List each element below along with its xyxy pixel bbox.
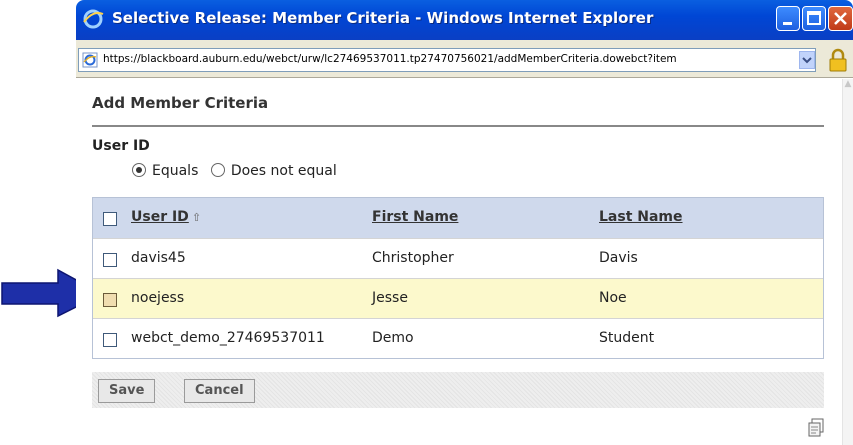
minimize-icon <box>783 22 792 25</box>
table-row: davis45 Christopher Davis <box>93 238 823 278</box>
user-id-cell: webct_demo_27469537011 <box>131 330 325 346</box>
ie-page-icon <box>82 52 98 68</box>
user-id-cell: noejess <box>131 290 185 306</box>
close-icon <box>834 12 847 25</box>
save-button[interactable]: Save <box>98 379 156 403</box>
maximize-icon <box>807 11 821 25</box>
column-header-user-id[interactable]: User ID ⇧ <box>131 209 201 225</box>
window-title: Selective Release: Member Criteria - Win… <box>112 9 654 27</box>
page-content: Add Member Criteria User ID Equals Does … <box>76 79 846 445</box>
address-bar: https://blackboard.auburn.edu/webct/urw/… <box>76 40 853 78</box>
minimize-button[interactable] <box>776 6 800 31</box>
maximize-button[interactable] <box>802 6 826 31</box>
browser-window: Selective Release: Member Criteria - Win… <box>76 0 853 445</box>
url-field[interactable]: https://blackboard.auburn.edu/webct/urw/… <box>78 48 816 72</box>
cancel-button[interactable]: Cancel <box>184 379 255 403</box>
equals-radio[interactable] <box>132 163 146 177</box>
equals-radio-label[interactable]: Equals <box>152 163 198 179</box>
row-checkbox[interactable] <box>103 333 117 351</box>
url-text: https://blackboard.auburn.edu/webct/urw/… <box>103 53 677 65</box>
column-header-last-name[interactable]: Last Name <box>599 209 683 225</box>
copy-page-icon[interactable] <box>807 418 825 438</box>
url-dropdown[interactable] <box>799 51 815 69</box>
first-name-cell: Demo <box>372 330 414 346</box>
ie-logo-icon <box>83 9 104 29</box>
does-not-equal-radio[interactable] <box>210 163 225 177</box>
select-all-checkbox[interactable] <box>103 212 117 230</box>
heading-divider <box>92 125 824 127</box>
user-id-cell: davis45 <box>131 250 186 266</box>
lock-icon[interactable] <box>828 48 848 72</box>
row-checkbox[interactable] <box>103 293 117 311</box>
close-button[interactable] <box>828 6 853 31</box>
table-header-row: User ID ⇧ First Name Last Name <box>93 198 823 238</box>
table-row: webct_demo_27469537011 Demo Student <box>93 318 823 358</box>
last-name-cell: Noe <box>599 290 627 306</box>
row-checkbox[interactable] <box>103 253 117 271</box>
does-not-equal-radio-label[interactable]: Does not equal <box>231 163 337 179</box>
member-table: User ID ⇧ First Name Last Name davis45 Ch… <box>92 197 824 359</box>
chevron-down-icon <box>802 57 812 64</box>
vertical-scrollbar[interactable]: ▲ <box>842 79 853 445</box>
action-button-bar: Save Cancel <box>92 372 824 408</box>
first-name-cell: Jesse <box>372 290 408 306</box>
last-name-cell: Student <box>599 330 655 346</box>
last-name-cell: Davis <box>599 250 638 266</box>
scroll-up-icon[interactable]: ▲ <box>843 79 853 93</box>
user-id-sort-link[interactable]: User ID <box>131 209 189 225</box>
match-mode-radio-group: Equals Does not equal <box>132 163 345 179</box>
sort-ascending-icon[interactable]: ⇧ <box>192 211 201 224</box>
page-title: Add Member Criteria <box>92 94 269 112</box>
column-header-first-name[interactable]: First Name <box>372 209 458 225</box>
title-bar[interactable]: Selective Release: Member Criteria - Win… <box>76 0 853 40</box>
table-row: noejess Jesse Noe <box>93 278 823 318</box>
first-name-cell: Christopher <box>372 250 454 266</box>
section-label-user-id: User ID <box>92 138 150 154</box>
